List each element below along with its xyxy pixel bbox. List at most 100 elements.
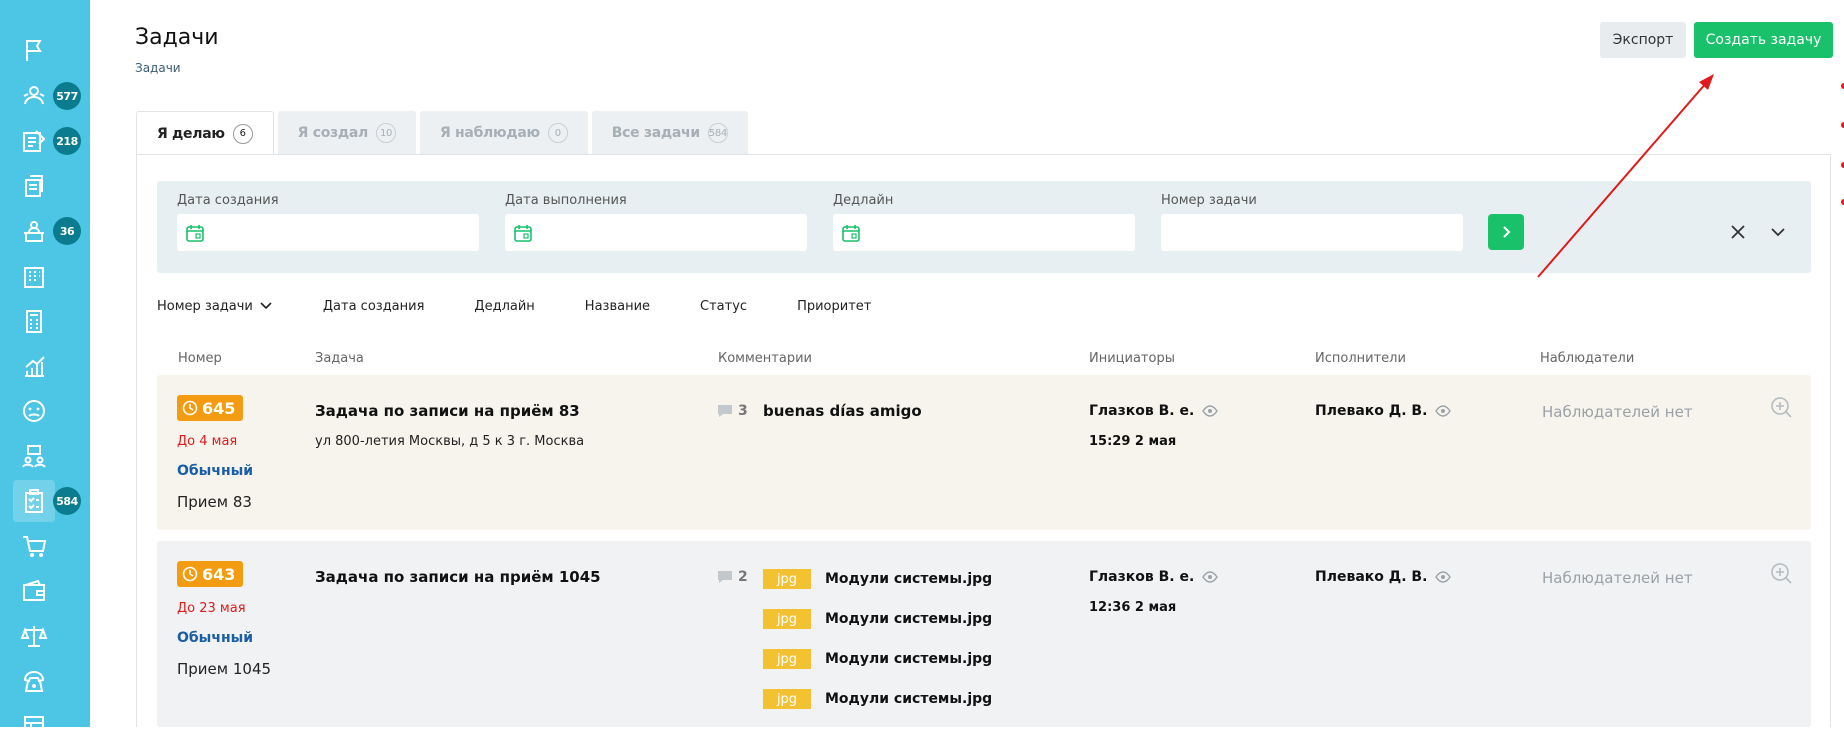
content-border-right (1830, 154, 1831, 727)
apply-filter-button[interactable] (1488, 214, 1524, 250)
comment-count: 2 (717, 569, 748, 585)
sidebar: 577 218 36 584 (0, 0, 90, 736)
attachment[interactable]: jpg Модули системы.jpg (763, 569, 992, 589)
created-date-input[interactable] (177, 214, 479, 251)
eye-icon (1435, 571, 1452, 583)
documents-icon (25, 175, 43, 197)
calendar-icon (186, 224, 204, 242)
task-title[interactable]: Задача по записи на приём 1045 (315, 568, 601, 586)
clear-filters-button[interactable] (1727, 221, 1749, 243)
close-icon (1731, 225, 1745, 239)
sort-priority[interactable]: Приоритет (797, 299, 871, 314)
sort-status[interactable]: Статус (700, 299, 747, 314)
sidebar-item-team[interactable] (13, 435, 55, 477)
task-priority: Обычный (177, 630, 254, 646)
building-icon (24, 267, 44, 288)
tabs-divider (136, 154, 1830, 155)
badge-tasks: 584 (53, 487, 81, 515)
sidebar-item-calls[interactable] (13, 660, 55, 702)
task-title[interactable]: Задача по записи на приём 83 (315, 402, 580, 420)
sidebar-item-tasks[interactable] (13, 480, 55, 522)
executor[interactable]: Плевако Д. В. (1315, 569, 1452, 585)
sort-created[interactable]: Дата создания (323, 299, 425, 314)
task-number-badge: 643 (177, 561, 243, 587)
sort-deadline[interactable]: Дедлайн (474, 299, 534, 314)
clock-icon (182, 400, 198, 416)
tab-label: Все задачи (611, 125, 700, 141)
edit-note-icon (23, 130, 46, 152)
team-icon (22, 445, 46, 468)
task-row[interactable]: 645 До 4 мая Обычный Прием 83 Задача по … (157, 375, 1811, 530)
sidebar-item-wallet[interactable] (13, 570, 55, 612)
collapse-filters-button[interactable] (1767, 221, 1789, 243)
sidebar-item-notes[interactable] (13, 120, 55, 162)
sort-number[interactable]: Номер задачи (157, 299, 273, 314)
tab-watching[interactable]: Я наблюдаю 0 (420, 111, 588, 155)
attachment[interactable]: jpg Модули системы.jpg (763, 649, 992, 669)
create-task-button[interactable]: Создать задачу (1694, 22, 1833, 58)
task-number-input[interactable] (1161, 214, 1463, 251)
tab-count: 584 (707, 123, 728, 143)
sidebar-item-legal[interactable] (13, 615, 55, 657)
task-row[interactable]: 643 До 23 мая Обычный Прием 1045 Задача … (157, 541, 1811, 727)
eye-icon (1202, 571, 1219, 583)
add-observer-icon[interactable] (1769, 561, 1793, 585)
task-number: 643 (202, 564, 236, 584)
sort-label: Приоритет (797, 298, 872, 314)
sidebar-item-documents[interactable] (13, 165, 55, 207)
initiated-date: 2 мая (1134, 434, 1177, 449)
tab-all[interactable]: Все задачи 584 (591, 111, 748, 155)
page-title: Задачи (135, 25, 219, 50)
sidebar-item-buildings[interactable] (13, 255, 55, 297)
flag-icon (26, 40, 42, 61)
filter-label: Дата выполнения (505, 193, 627, 208)
deadline-input[interactable] (833, 214, 1135, 251)
initiator-name: Глазков В. е. (1089, 403, 1195, 419)
sidebar-item-reports[interactable] (13, 705, 55, 747)
sidebar-item-flag[interactable] (13, 29, 55, 71)
initiator[interactable]: Глазков В. е. (1089, 569, 1219, 585)
filter-panel: Дата создания Дата выполнения Дедлайн Но… (157, 181, 1811, 273)
tasks-icon (25, 489, 43, 513)
export-button[interactable]: Экспорт (1600, 22, 1686, 58)
file-type-badge: jpg (763, 609, 811, 629)
attachment[interactable]: jpg Модули системы.jpg (763, 609, 992, 629)
sort-label: Номер задачи (157, 298, 253, 314)
clock-icon (182, 566, 198, 582)
sort-name[interactable]: Название (585, 299, 650, 314)
task-address: ул 800-летия Москвы, д 5 к 3 г. Москва (315, 434, 585, 449)
tab-doing[interactable]: Я делаю 6 (136, 111, 274, 155)
attachment[interactable]: jpg Модули системы.jpg (763, 689, 992, 709)
add-observer-icon[interactable] (1769, 395, 1793, 419)
breadcrumb[interactable]: Задачи (135, 61, 181, 75)
sidebar-item-analytics[interactable] (13, 345, 55, 387)
column-task: Задача (315, 351, 364, 366)
sidebar-item-calculator[interactable] (13, 300, 55, 342)
content-border-left (136, 154, 137, 727)
done-date-input[interactable] (505, 214, 807, 251)
offscreen-indicators (1841, 83, 1844, 205)
table-icon (24, 716, 44, 736)
phone-icon (23, 670, 45, 692)
sidebar-item-clients[interactable] (13, 75, 55, 117)
file-name: Модули системы.jpg (825, 611, 993, 627)
users-group-icon (23, 86, 45, 105)
sidebar-item-complaints[interactable] (13, 390, 55, 432)
task-priority: Обычный (177, 463, 254, 479)
sidebar-item-reception[interactable] (13, 210, 55, 252)
file-type-badge: jpg (763, 649, 811, 669)
task-number-badge: 645 (177, 395, 243, 421)
initiator[interactable]: Глазков В. е. (1089, 403, 1219, 419)
comment-icon (718, 571, 732, 583)
eye-icon (1435, 405, 1452, 417)
file-type-badge: jpg (763, 689, 811, 709)
scales-icon (20, 626, 48, 647)
calendar-icon (842, 224, 860, 242)
sidebar-item-shop[interactable] (13, 525, 55, 567)
calculator-icon (26, 310, 42, 333)
file-name: Модули системы.jpg (825, 651, 993, 667)
badge-reception: 36 (53, 217, 81, 245)
column-observers: Наблюдатели (1540, 351, 1635, 366)
tab-created[interactable]: Я создал 10 (277, 111, 416, 155)
executor[interactable]: Плевако Д. В. (1315, 403, 1452, 419)
